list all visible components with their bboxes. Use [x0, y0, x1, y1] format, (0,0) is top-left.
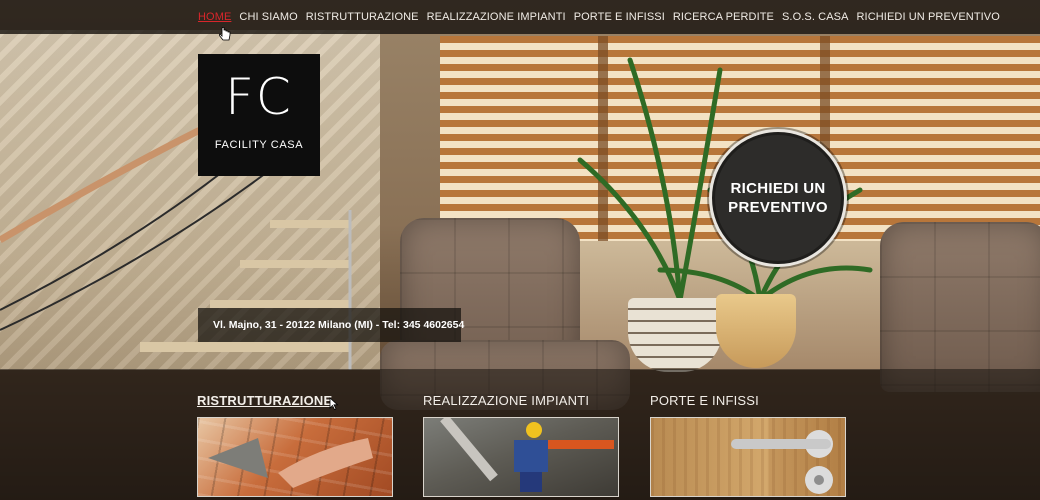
logo-mark: FC — [225, 68, 293, 126]
services-section: RISTRUTTURAZIONE REALIZZAZIONE IMPIANTI … — [0, 369, 1040, 500]
quote-request-button[interactable]: RICHIEDI UN PREVENTIVO — [709, 129, 847, 267]
service-title[interactable]: REALIZZAZIONE IMPIANTI — [423, 393, 619, 411]
logo-name: FACILITY CASA — [214, 139, 304, 151]
armchair-right — [880, 222, 1040, 392]
staircase — [140, 210, 352, 370]
bricklaying-photo[interactable] — [197, 417, 393, 497]
nav-item-home[interactable]: HOME — [198, 11, 231, 23]
nav-item-porte-e-infissi[interactable]: PORTE E INFISSI — [574, 11, 665, 23]
planter-striped — [628, 298, 722, 372]
door-handle-icon — [731, 430, 833, 494]
service-card-realizzazione-impianti[interactable]: REALIZZAZIONE IMPIANTI — [423, 393, 619, 497]
nav-item-chi-siamo[interactable]: CHI SIAMO — [239, 11, 297, 23]
worker-pipes-icon — [440, 418, 614, 492]
service-title[interactable]: PORTE E INFISSI — [650, 393, 846, 411]
site-logo[interactable]: FC FACILITY CASA — [198, 54, 320, 176]
door-handle-photo[interactable] — [650, 417, 846, 497]
contact-address: Vl. Majno, 31 - 20122 Milano (MI) - Tel:… — [198, 308, 464, 342]
top-navigation: HOME CHI SIAMO RISTRUTTURAZIONE REALIZZA… — [0, 0, 1040, 34]
hand-cursor-icon — [219, 27, 231, 41]
service-card-porte-e-infissi[interactable]: PORTE E INFISSI — [650, 393, 846, 497]
nav-item-ristrutturazione[interactable]: RISTRUTTURAZIONE — [306, 11, 419, 23]
nav-item-realizzazione-impianti[interactable]: REALIZZAZIONE IMPIANTI — [427, 11, 566, 23]
nav-item-richiedi-preventivo[interactable]: RICHIEDI UN PREVENTIVO — [857, 11, 1000, 23]
nav-menu: HOME CHI SIAMO RISTRUTTURAZIONE REALIZZA… — [198, 0, 1000, 34]
arrow-cursor-icon — [329, 397, 339, 410]
nav-item-ricerca-perdite[interactable]: RICERCA PERDITE — [673, 11, 774, 23]
service-card-ristrutturazione[interactable]: RISTRUTTURAZIONE — [197, 393, 393, 497]
plumbing-pipes-photo[interactable] — [423, 417, 619, 497]
nav-item-sos-casa[interactable]: S.O.S. CASA — [782, 11, 849, 23]
trowel-hand-icon — [208, 438, 373, 488]
service-title[interactable]: RISTRUTTURAZIONE — [197, 393, 393, 411]
quote-request-label: RICHIEDI UN PREVENTIVO — [728, 180, 828, 216]
